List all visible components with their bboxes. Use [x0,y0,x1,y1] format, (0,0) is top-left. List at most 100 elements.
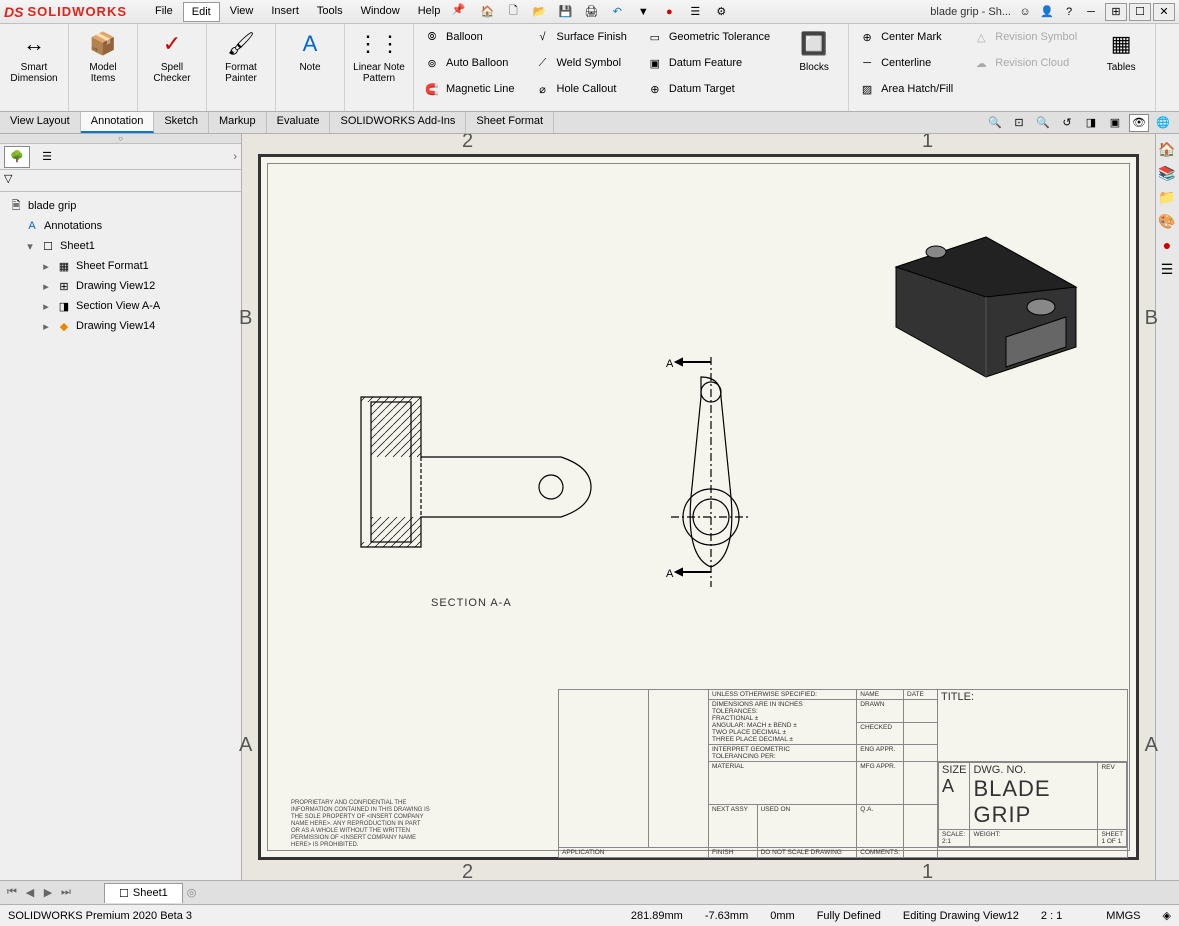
zoom-prev-icon[interactable]: 🔍 [1033,114,1053,132]
design-library-icon[interactable]: 📚 [1156,162,1178,184]
zoom-fit-icon[interactable]: 🔍 [985,114,1005,132]
linear-note-pattern-button[interactable]: ⋮⋮Linear NotePattern [351,28,407,84]
tree-sheet1[interactable]: ▾☐Sheet1 [4,236,237,256]
file-explorer-icon[interactable]: 📁 [1156,186,1178,208]
section-view-aa[interactable] [321,377,601,577]
nav-first-icon[interactable]: ⏮ [4,885,20,901]
panel-collapse-handle[interactable]: ○ [0,134,241,144]
tab-sheet-format[interactable]: Sheet Format [466,112,554,133]
menu-file[interactable]: File [147,2,181,22]
tab-annotation[interactable]: Annotation [81,112,155,133]
revision-symbol-button[interactable]: △Revision Symbol [969,26,1081,48]
tree-view12[interactable]: ▸⊞Drawing View12 [4,276,237,296]
center-mark-button[interactable]: ⊕Center Mark [855,26,957,48]
print-icon[interactable]: 🖨 [580,4,602,20]
feature-tree-tab-icon[interactable]: 🌳 [4,146,30,168]
model-items-button[interactable]: 📦ModelItems [75,28,131,84]
status-zoom[interactable]: 2 : 1 [1041,910,1062,922]
status-units[interactable]: MMGS [1106,910,1140,922]
help-icon[interactable]: ? [1061,4,1077,20]
restore-layout-icon[interactable]: ⊞ [1105,3,1127,21]
expand-icon[interactable]: ▸ [40,300,52,313]
expand-icon[interactable]: ▸ [40,260,52,273]
graphics-area[interactable]: ◁ ▷ ─ ☐ ✕ 2 1 2 1 B A B A [242,134,1155,880]
sheet-tab[interactable]: ☐Sheet1 [104,883,183,903]
add-sheet-icon[interactable]: ◎ [187,886,197,899]
iso-view[interactable] [866,197,1106,387]
user-icon[interactable]: 👤 [1039,4,1055,20]
menu-tools[interactable]: Tools [309,2,351,22]
tab-evaluate[interactable]: Evaluate [267,112,331,133]
surface-finish-button[interactable]: √Surface Finish [531,26,631,48]
menu-edit[interactable]: Edit [183,2,220,22]
new-icon[interactable]: 🗋 [502,4,524,20]
menu-insert[interactable]: Insert [263,2,307,22]
blocks-button[interactable]: 🔲Blocks [786,28,842,73]
title-block: UNLESS OTHERWISE SPECIFIED: NAME DATE TI… [558,689,1128,849]
tree-filter[interactable]: ▽ [0,170,241,192]
weld-symbol-button[interactable]: ⟋Weld Symbol [531,52,631,74]
maximize-icon[interactable]: ☐ [1129,3,1151,21]
nav-last-icon[interactable]: ⏭ [58,885,74,901]
home-icon[interactable]: 🏠 [476,4,498,20]
centerline-button[interactable]: ─Centerline [855,52,957,74]
tree-root[interactable]: 🗎blade grip [4,196,237,216]
front-view[interactable]: A A [641,357,781,587]
geometric-tolerance-button[interactable]: ▭Geometric Tolerance [643,26,774,48]
save-icon[interactable]: 💾 [554,4,576,20]
hole-callout-button[interactable]: ⌀Hole Callout [531,78,631,100]
spell-checker-button[interactable]: ✓SpellChecker [144,28,200,84]
tab-addins[interactable]: SOLIDWORKS Add-Ins [330,112,466,133]
tab-markup[interactable]: Markup [209,112,267,133]
hide-show-icon[interactable]: 👁 [1129,114,1149,132]
minimize-icon[interactable]: ─ [1083,4,1099,20]
status-customize-icon[interactable]: ◈ [1163,909,1171,922]
auto-balloon-button[interactable]: ⊚Auto Balloon [420,52,519,74]
custom-props-icon[interactable]: ☰ [1156,258,1178,280]
appearances-icon[interactable]: ● [1156,234,1178,256]
view-palette-icon[interactable]: 🎨 [1156,210,1178,232]
balloon-button[interactable]: ⦾Balloon [420,26,519,48]
expand-icon[interactable]: ▸ [40,280,52,293]
area-hatch-button[interactable]: ▨Area Hatch/Fill [855,78,957,100]
expand-icon[interactable]: ▸ [40,320,52,333]
tree-section-view[interactable]: ▸◨Section View A-A [4,296,237,316]
options1-icon[interactable]: ☰ [684,4,706,20]
rebuild-icon[interactable]: ● [658,4,680,20]
property-tab-icon[interactable]: ☰ [34,146,60,168]
tab-view-layout[interactable]: View Layout [0,112,81,133]
datum-target-button[interactable]: ⊕Datum Target [643,78,774,100]
pin-icon[interactable]: 📌 [450,2,466,18]
revision-cloud-button[interactable]: ☁Revision Cloud [969,52,1081,74]
datum-feature-button[interactable]: ▣Datum Feature [643,52,774,74]
search-icon[interactable]: ☺ [1017,4,1033,20]
open-icon[interactable]: 📂 [528,4,550,20]
sw-resources-icon[interactable]: 🏠 [1156,138,1178,160]
magnetic-line-button[interactable]: 🧲Magnetic Line [420,78,519,100]
zoom-inout-icon[interactable]: ↺ [1057,114,1077,132]
format-painter-button[interactable]: 🖌FormatPainter [213,28,269,84]
tree-annotations[interactable]: AAnnotations [4,216,237,236]
undo-icon[interactable]: ↶ [606,4,628,20]
display-style-icon[interactable]: ▣ [1105,114,1125,132]
menu-view[interactable]: View [222,2,262,22]
smart-dimension-button[interactable]: ↔SmartDimension [6,28,62,84]
tree-sheet-format[interactable]: ▸▦Sheet Format1 [4,256,237,276]
section-view-icon[interactable]: ◨ [1081,114,1101,132]
note-button[interactable]: ANote [282,28,338,73]
collapse-icon[interactable]: ▾ [24,240,36,253]
tab-sketch[interactable]: Sketch [154,112,209,133]
tables-button[interactable]: ▦Tables [1093,28,1149,73]
menu-help[interactable]: Help [410,2,449,22]
panel-expand-icon[interactable]: › [233,151,237,163]
options-gear-icon[interactable]: ⚙ [710,4,732,20]
close-icon[interactable]: ✕ [1153,3,1175,21]
select-icon[interactable]: ▼ [632,4,654,20]
apply-scene-icon[interactable]: 🌐 [1153,114,1173,132]
nav-prev-icon[interactable]: ◀ [22,885,38,901]
zoom-area-icon[interactable]: ⊡ [1009,114,1029,132]
nav-next-icon[interactable]: ▶ [40,885,56,901]
menu-window[interactable]: Window [353,2,408,22]
tree-view14[interactable]: ▸◆Drawing View14 [4,316,237,336]
drawing-sheet: B A B A SECTION A-A [258,154,1139,860]
